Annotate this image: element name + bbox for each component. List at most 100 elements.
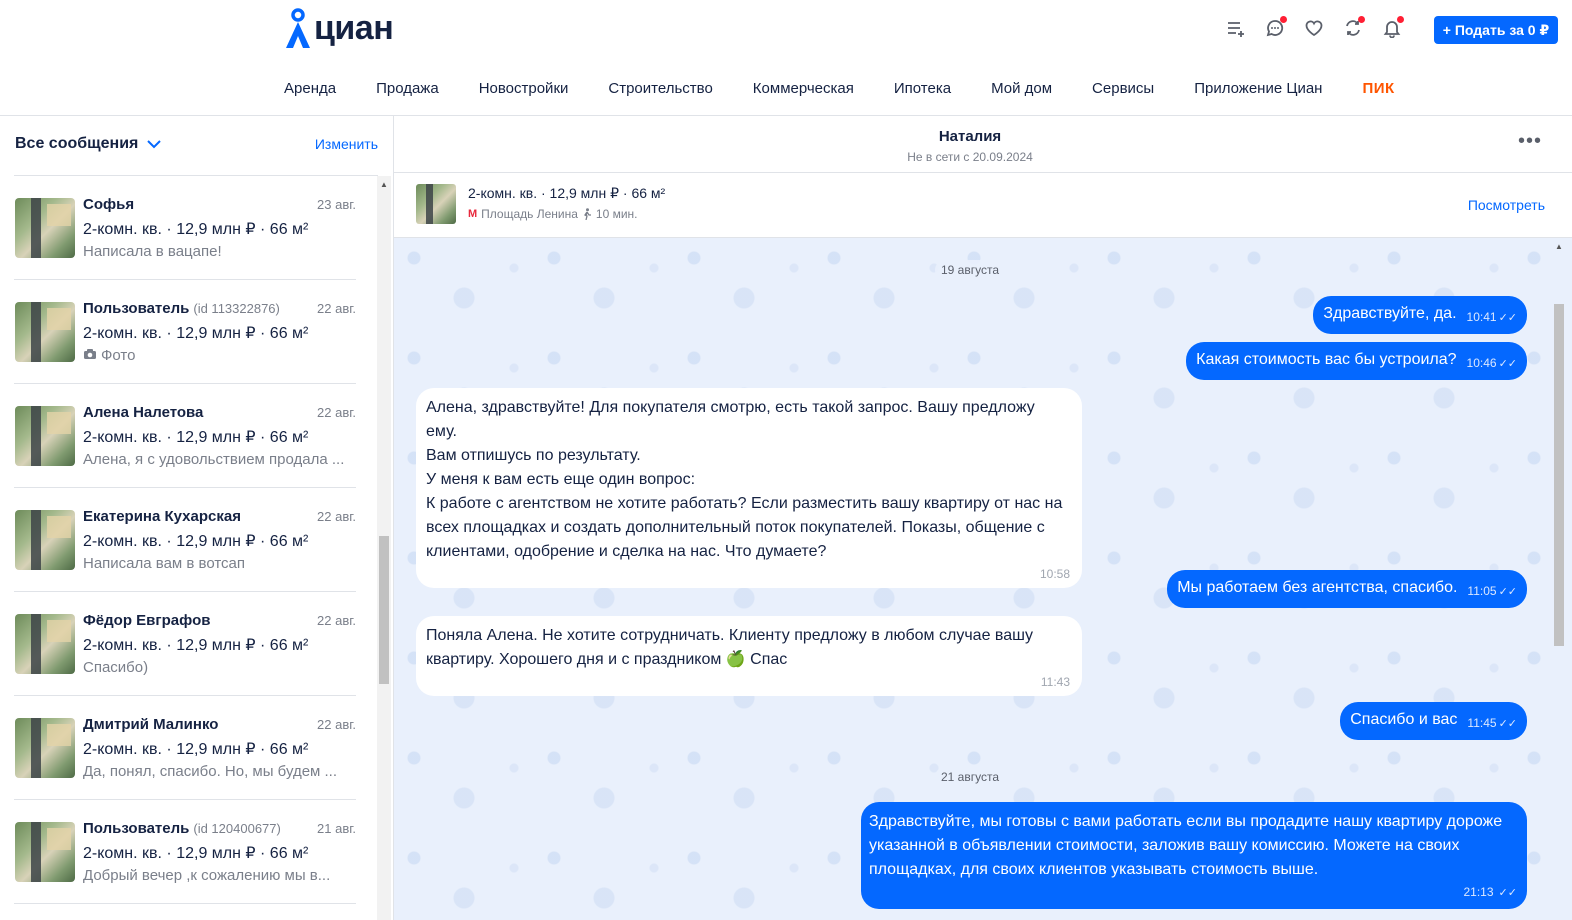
message-outgoing[interactable]: Мы работаем без агентства, спасибо. 11:0…	[1167, 570, 1527, 608]
chat-list-header: Все сообщения Изменить	[14, 116, 378, 176]
user-id: (id 120400677)	[193, 821, 281, 836]
scroll-up-arrow-icon[interactable]: ▲	[377, 180, 391, 190]
message-outgoing[interactable]: Здравствуйте, да. 10:41 ✓✓	[1313, 296, 1527, 334]
metro-station: Площадь Ленина	[481, 207, 578, 221]
message-time: 10:58	[1039, 567, 1070, 581]
chat-date: 22 авг.	[317, 509, 356, 524]
message-text: Поняла Алена. Не хотите сотрудничать. Кл…	[426, 627, 1033, 668]
post-ad-button[interactable]: + Подать за 0 ₽	[1434, 16, 1558, 44]
logo-text: циан	[314, 9, 394, 47]
chat-offer-summary: 2-комн. кв. · 12,9 млн ₽ · 66 м²	[83, 221, 309, 238]
chat-header: Наталия Не в сети с 20.09.2024 •••	[394, 116, 1572, 173]
chat-last-message: Да, понял, спасибо. Но, мы будем ...	[83, 763, 338, 780]
scroll-up-arrow-icon[interactable]: ▲	[1552, 242, 1566, 251]
nav-commercial[interactable]: Коммерческая	[753, 80, 854, 97]
chat-contact-name: Пользователь (id 120400677)	[83, 820, 281, 837]
message-incoming[interactable]: Алена, здравствуйте! Для покупателя смот…	[416, 388, 1082, 588]
message-outgoing[interactable]: Спасибо и вас 11:45 ✓✓	[1340, 702, 1527, 740]
camera-icon	[84, 349, 96, 359]
chat-offer-summary: 2-комн. кв. · 12,9 млн ₽ · 66 м²	[83, 325, 309, 342]
chat-panel: Наталия Не в сети с 20.09.2024 ••• 2-ком…	[394, 116, 1572, 920]
messages-area: 19 августа Здравствуйте, да. 10:41 ✓✓ Как…	[394, 238, 1572, 920]
offer-thumbnail[interactable]	[416, 184, 456, 224]
read-check-icon: ✓✓	[1498, 586, 1517, 598]
read-check-icon: ✓✓	[1498, 312, 1517, 324]
chat-last-message: Алена, я с удовольствием продала ...	[83, 451, 345, 468]
contact-status: Не в сети с 20.09.2024	[907, 150, 1033, 164]
chevron-down-icon	[147, 140, 162, 149]
chat-item-alena-naletova[interactable]: Алена Налетова 22 авг. 2-комн. кв. · 12,…	[14, 384, 356, 488]
chat-offer-summary: 2-комн. кв. · 12,9 млн ₽ · 66 м²	[83, 429, 309, 446]
chat-date: 22 авг.	[317, 717, 356, 732]
date-separator: 21 августа	[394, 767, 1546, 787]
nav-app[interactable]: Приложение Циан	[1194, 80, 1322, 97]
offer-thumbnail	[15, 614, 75, 674]
main-nav: Аренда Продажа Новостройки Строительство…	[284, 80, 1435, 97]
chat-item-fedor-evgrafov[interactable]: Фёдор Евграфов 22 авг. 2-комн. кв. · 12,…	[14, 592, 356, 696]
scrollbar-thumb[interactable]	[379, 536, 389, 684]
read-check-icon: ✓✓	[1495, 887, 1517, 899]
messages-filter-dropdown[interactable]: Все сообщения	[15, 135, 162, 153]
chat-last-message: Написала в вацапе!	[83, 243, 222, 260]
chat-contact-name: Софья	[83, 196, 135, 213]
bell-badge	[1397, 16, 1404, 23]
message-time: 11:43	[1040, 675, 1070, 689]
chat-contact-name: Алена Налетова	[83, 404, 204, 421]
bell-icon[interactable]	[1382, 16, 1404, 40]
message-text: Какая стоимость вас бы устроила?	[1196, 351, 1457, 368]
walk-time: 10 мин.	[595, 207, 638, 221]
more-options-icon[interactable]: •••	[1518, 130, 1542, 153]
message-incoming[interactable]: Поняла Алена. Не хотите сотрудничать. Кл…	[416, 616, 1082, 696]
offer-bar: 2-комн. кв. · 12,9 млн ₽ · 66 м² М Площа…	[394, 173, 1572, 238]
nav-sale[interactable]: Продажа	[376, 80, 439, 97]
chat-last-message: Фото	[83, 347, 356, 364]
heart-icon[interactable]	[1304, 16, 1324, 40]
message-text: Спасибо и вас	[1350, 711, 1458, 728]
chat-offer-summary: 2-комн. кв. · 12,9 млн ₽ · 66 м²	[83, 637, 309, 654]
chat-list-scrollbar[interactable]: ▲	[377, 176, 391, 920]
read-check-icon: ✓✓	[1498, 358, 1517, 370]
message-outgoing[interactable]: Здравствуйте, мы готовы с вами работать …	[861, 802, 1527, 909]
compare-badge	[1358, 16, 1365, 23]
chat-item-user-120400677[interactable]: Пользователь (id 120400677) 21 авг. 2-ком…	[14, 800, 356, 904]
nav-my-home[interactable]: Мой дом	[991, 80, 1052, 97]
walk-icon	[583, 208, 591, 220]
chat-item-ekaterina-kukharskaya[interactable]: Екатерина Кухарская 22 авг. 2-комн. кв. …	[14, 488, 356, 592]
offer-thumbnail	[15, 302, 75, 362]
date-separator: 19 августа	[394, 260, 1546, 280]
nav-construction[interactable]: Строительство	[608, 80, 712, 97]
chat-list-panel: Все сообщения Изменить Софья 23 авг. 2-к…	[0, 116, 394, 920]
compare-icon[interactable]	[1343, 16, 1365, 40]
chat-item-dmitry-malinko[interactable]: Дмитрий Малинко 22 авг. 2-комн. кв. · 12…	[14, 696, 356, 800]
message-text: Мы работаем без агентства, спасибо.	[1177, 579, 1458, 596]
chat-offer-summary: 2-комн. кв. · 12,9 млн ₽ · 66 м²	[83, 741, 309, 758]
site-header: циан + Подать за 0 ₽ Аренда Продажа Ново…	[0, 0, 1572, 116]
nav-mortgage[interactable]: Ипотека	[894, 80, 951, 97]
chat-date: 23 авг.	[317, 197, 356, 212]
chat-date: 22 авг.	[317, 405, 356, 420]
logo-pin-icon	[286, 8, 310, 48]
nav-pik[interactable]: ПИК	[1362, 80, 1394, 97]
view-offer-link[interactable]: Посмотреть	[1468, 197, 1545, 213]
chat-contact-name: Пользователь (id 113322876)	[83, 300, 280, 317]
scrollbar-thumb[interactable]	[1554, 304, 1564, 646]
chat-item-user-113322876[interactable]: Пользователь (id 113322876) 22 авг. 2-ком…	[14, 280, 356, 384]
message-time: 10:46 ✓✓	[1466, 356, 1517, 370]
nav-rent[interactable]: Аренда	[284, 80, 336, 97]
nav-new-buildings[interactable]: Новостройки	[479, 80, 569, 97]
chat-last-message: Спасибо)	[83, 659, 149, 676]
messages-scrollbar[interactable]: ▲	[1552, 238, 1566, 920]
chat-contact-name: Екатерина Кухарская	[83, 508, 241, 525]
cian-logo[interactable]: циан	[284, 4, 394, 48]
offer-thumbnail	[15, 198, 75, 258]
read-check-icon: ✓✓	[1498, 718, 1517, 730]
message-outgoing[interactable]: Какая стоимость вас бы устроила? 10:46 ✓✓	[1186, 342, 1527, 380]
chat-icon[interactable]	[1265, 16, 1287, 40]
offer-title: 2-комн. кв. · 12,9 млн ₽ · 66 м²	[468, 185, 666, 201]
nav-services[interactable]: Сервисы	[1092, 80, 1154, 97]
list-add-icon[interactable]	[1226, 16, 1246, 40]
message-text: Здравствуйте, да.	[1323, 305, 1457, 322]
edit-button[interactable]: Изменить	[315, 136, 378, 152]
offer-thumbnail	[15, 718, 75, 778]
chat-item-sofya[interactable]: Софья 23 авг. 2-комн. кв. · 12,9 млн ₽ ·…	[14, 176, 356, 280]
